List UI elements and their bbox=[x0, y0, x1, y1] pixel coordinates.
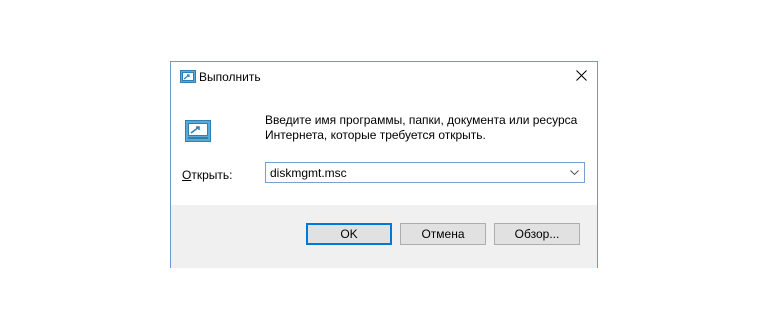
run-icon bbox=[180, 70, 196, 83]
browse-button[interactable]: Обзор... bbox=[494, 223, 580, 245]
close-button[interactable] bbox=[565, 62, 597, 92]
run-icon bbox=[185, 120, 211, 142]
close-icon bbox=[575, 70, 587, 84]
ok-button[interactable]: OK bbox=[306, 223, 392, 245]
cancel-button[interactable]: Отмена bbox=[400, 223, 486, 245]
button-bar: OK Отмена Обзор... bbox=[171, 205, 597, 268]
dialog-title: Выполнить bbox=[199, 70, 261, 84]
title-bar[interactable]: Выполнить bbox=[171, 62, 597, 92]
run-dialog: Выполнить Введите имя программы, папки, … bbox=[170, 61, 598, 268]
open-label-accesskey: О bbox=[182, 168, 192, 182]
open-label: Открыть: bbox=[182, 168, 232, 182]
dialog-description: Введите имя программы, папки, документа … bbox=[265, 113, 578, 142]
chevron-down-icon[interactable] bbox=[567, 163, 581, 182]
open-input[interactable] bbox=[270, 165, 560, 180]
open-label-text: ткрыть: bbox=[191, 168, 233, 182]
open-combobox[interactable] bbox=[265, 162, 585, 183]
